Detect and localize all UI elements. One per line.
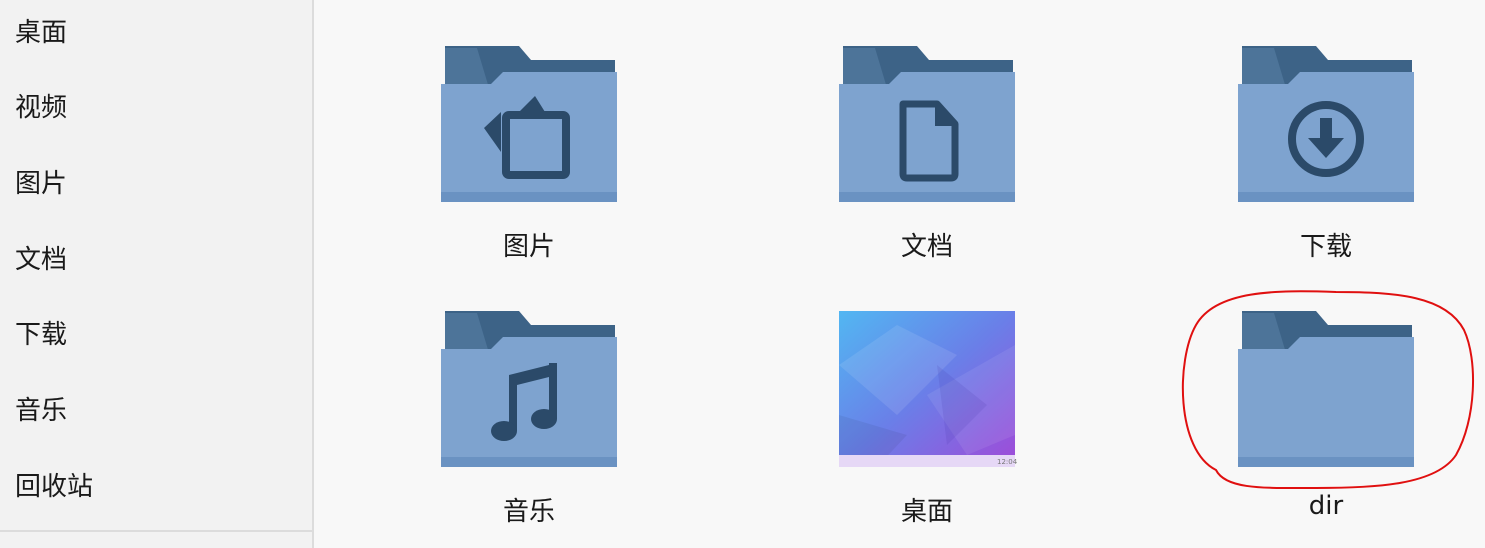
file-label: 桌面: [900, 497, 953, 527]
sidebar-item-label: 桌面: [15, 17, 68, 48]
taskbar-clock: 12:04: [997, 458, 1017, 466]
sidebar-item-pictures[interactable]: 图片: [0, 151, 312, 211]
sidebar-item-documents[interactable]: 文档: [0, 227, 312, 287]
sidebar-item-downloads[interactable]: 下载: [0, 302, 312, 362]
downloads-folder-icon: [1238, 46, 1414, 202]
file-label: 音乐: [502, 497, 555, 527]
file-label: 文档: [900, 232, 953, 262]
file-item-pictures[interactable]: 图片: [409, 40, 649, 280]
sidebar-item-label: 视频: [15, 92, 68, 123]
sidebar-item-music[interactable]: 音乐: [0, 378, 312, 438]
file-label: 图片: [502, 232, 555, 262]
sidebar-item-label: 下载: [15, 319, 68, 350]
file-item-documents[interactable]: 文档: [807, 40, 1047, 280]
folder-icon: [1238, 311, 1414, 467]
sidebar-item-label: 文档: [15, 244, 68, 275]
desktop-thumbnail-icon: 12:04: [839, 311, 1017, 467]
file-grid: 图片 文档 下载 音乐 12:04 桌面 dir: [316, 0, 1485, 548]
file-label: 下载: [1299, 232, 1352, 262]
sidebar-divider: [0, 530, 312, 532]
sidebar-item-label: 音乐: [15, 395, 68, 426]
sidebar-item-videos[interactable]: 视频: [0, 75, 312, 135]
file-manager-window: 桌面 视频 图片 文档 下载 音乐 回收站 图片 文档 下载 音乐 12:04 …: [0, 0, 1485, 548]
sidebar-item-label: 回收站: [15, 471, 94, 502]
sidebar-item-trash[interactable]: 回收站: [0, 454, 312, 514]
sidebar: 桌面 视频 图片 文档 下载 音乐 回收站: [0, 0, 314, 548]
pictures-folder-icon: [441, 46, 617, 202]
file-label: dir: [1308, 491, 1344, 521]
file-item-downloads[interactable]: 下载: [1206, 40, 1446, 280]
documents-folder-icon: [839, 46, 1015, 202]
file-item-desktop[interactable]: 12:04 桌面: [807, 305, 1047, 545]
music-folder-icon: [441, 311, 617, 467]
file-item-dir[interactable]: dir: [1206, 305, 1446, 545]
sidebar-item-desktop[interactable]: 桌面: [0, 0, 312, 60]
sidebar-item-label: 图片: [15, 168, 68, 199]
file-item-music[interactable]: 音乐: [409, 305, 649, 545]
